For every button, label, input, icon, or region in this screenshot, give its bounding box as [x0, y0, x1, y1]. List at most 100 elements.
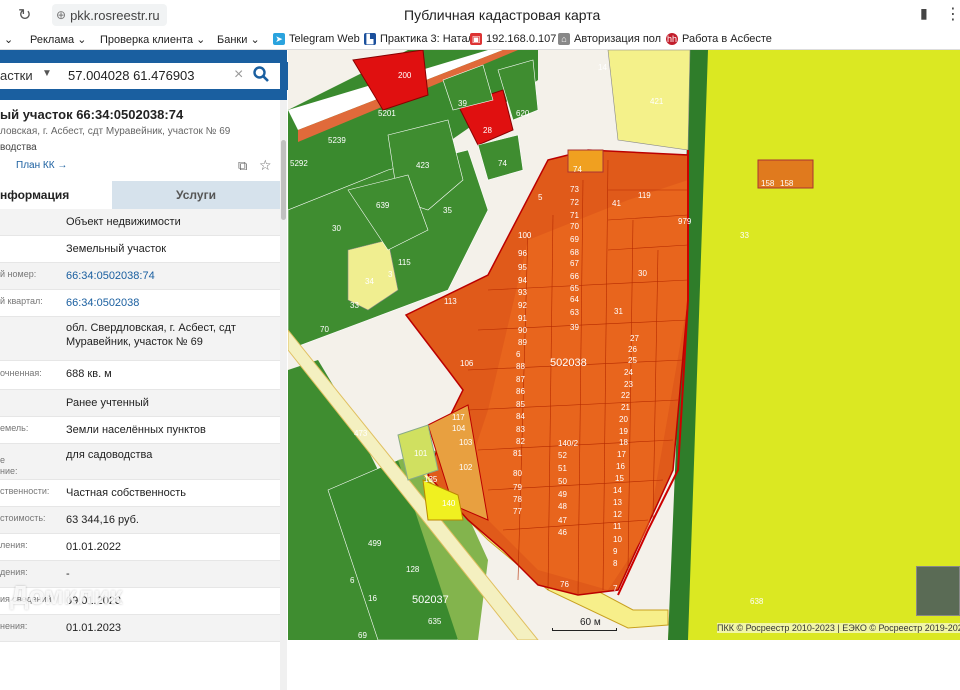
- parcel-number-label[interactable]: 26: [628, 345, 637, 354]
- parcel-number-label[interactable]: 95: [518, 263, 527, 272]
- property-link[interactable]: 66:34:0502038: [66, 296, 276, 310]
- parcel-number-label[interactable]: 21: [621, 403, 630, 412]
- parcel-number-label[interactable]: 140/2: [558, 439, 579, 448]
- parcel-number-label[interactable]: 113: [444, 297, 457, 306]
- parcel-number-label[interactable]: 10: [613, 535, 622, 544]
- parcel-number-label[interactable]: 86: [516, 387, 525, 396]
- parcel-number-label[interactable]: 473: [354, 429, 368, 438]
- parcel-number-label[interactable]: 6: [350, 576, 355, 585]
- parcel-number-label[interactable]: 115: [398, 258, 411, 267]
- parcel-number-label[interactable]: 135: [424, 475, 438, 484]
- parcel-number-label[interactable]: 74: [498, 159, 507, 168]
- parcel-number-label[interactable]: 639: [376, 201, 390, 210]
- parcel-number-label[interactable]: 11: [613, 522, 622, 531]
- close-icon[interactable]: ×: [234, 66, 243, 84]
- parcel-number-label[interactable]: 6: [516, 350, 521, 359]
- parcel-number-label[interactable]: 119: [638, 191, 651, 200]
- parcel-number-label[interactable]: 638: [750, 597, 764, 606]
- parcel-number-label[interactable]: 33: [740, 231, 749, 240]
- parcel-number-label[interactable]: 76: [560, 580, 569, 589]
- parcel-number-label[interactable]: 69: [570, 235, 579, 244]
- cadastral-map[interactable]: 502038 502037 14 421 200 39 5200 620 28 74 5201 4…: [288, 50, 960, 640]
- parcel-number-label[interactable]: 19: [619, 427, 628, 436]
- reload-icon[interactable]: ↻: [18, 5, 31, 25]
- address-bar[interactable]: ⊕ pkk.rosreestr.ru: [52, 4, 167, 26]
- parcel-number-label[interactable]: 5200: [353, 95, 371, 104]
- parcel-number-label[interactable]: 24: [624, 368, 633, 377]
- parcel-number-label[interactable]: 620: [516, 109, 530, 118]
- parcel-number-label[interactable]: 12: [613, 510, 622, 519]
- parcel-number-label[interactable]: 69: [358, 631, 367, 640]
- parcel-number-label[interactable]: 41: [612, 199, 621, 208]
- parcel-number-label[interactable]: 5: [538, 193, 543, 202]
- tab-information[interactable]: нформация: [0, 181, 112, 209]
- parcel-number-label[interactable]: 64: [570, 295, 579, 304]
- parcel-number-label[interactable]: 9: [613, 547, 618, 556]
- parcel-number-label[interactable]: 85: [516, 400, 525, 409]
- zoom-to-object-icon[interactable]: ⧉: [238, 158, 247, 174]
- parcel-number-label[interactable]: 15: [615, 474, 624, 483]
- parcel-number-label[interactable]: 78: [513, 495, 522, 504]
- bookmark-item[interactable]: hh Работа в Асбесте: [666, 33, 772, 45]
- parcel-number-label[interactable]: 20: [619, 415, 628, 424]
- parcel-number-label[interactable]: 74: [573, 165, 582, 174]
- parcel-number-label[interactable]: 70: [320, 325, 329, 334]
- parcel-number-label[interactable]: 102: [459, 463, 473, 472]
- parcel-number-label[interactable]: 73: [570, 185, 579, 194]
- site-info-icon[interactable]: ⊕: [56, 8, 66, 22]
- parcel-number-label[interactable]: 140: [442, 499, 456, 508]
- panel-scrollbar[interactable]: [280, 100, 287, 690]
- scrollbar-thumb[interactable]: [281, 140, 286, 220]
- parcel-number-label[interactable]: 499: [368, 539, 382, 548]
- star-icon[interactable]: ☆: [259, 157, 272, 174]
- parcel-number-label[interactable]: 14: [598, 63, 607, 72]
- bookmark-item[interactable]: ▣ 192.168.0.107: [470, 33, 556, 45]
- search-input[interactable]: 57.004028 61.476903: [68, 68, 195, 83]
- bookmark-item[interactable]: ▙ Практика 3: Натал: [364, 33, 474, 45]
- parcel-number-label[interactable]: 117: [452, 413, 465, 422]
- parcel-number-label[interactable]: 100: [518, 231, 532, 240]
- search-box[interactable]: астки ▼ 57.004028 61.476903 ×: [0, 63, 280, 89]
- parcel-number-label[interactable]: 979: [678, 217, 692, 226]
- parcel-number-label[interactable]: 23: [624, 380, 633, 389]
- bookmark-item[interactable]: Банки ⌄: [217, 33, 260, 47]
- tab-services[interactable]: Услуги: [112, 181, 280, 209]
- bookmark-icon[interactable]: ▮: [920, 5, 928, 22]
- parcel-number-label[interactable]: 31: [614, 307, 623, 316]
- parcel-number-label[interactable]: 14: [613, 486, 622, 495]
- parcel-number-label[interactable]: 94: [518, 276, 527, 285]
- parcel-number-label[interactable]: 34: [365, 277, 374, 286]
- parcel-number-label[interactable]: 5201: [378, 109, 396, 118]
- parcel-number-label[interactable]: 83: [516, 425, 525, 434]
- parcel-number-label[interactable]: 63: [570, 308, 579, 317]
- parcel-number-label[interactable]: 68: [570, 248, 579, 257]
- parcel-number-label[interactable]: 200: [398, 71, 412, 80]
- search-icon[interactable]: [252, 65, 270, 83]
- bookmark-item[interactable]: ➤ Telegram Web: [273, 33, 360, 45]
- parcel-number-label[interactable]: 35: [443, 206, 452, 215]
- parcel-number-label[interactable]: 77: [513, 507, 522, 516]
- parcel-number-label[interactable]: 52: [558, 451, 567, 460]
- parcel-number-label[interactable]: 48: [558, 502, 567, 511]
- parcel-number-label[interactable]: 22: [621, 391, 630, 400]
- parcel-number-label[interactable]: 25: [628, 356, 637, 365]
- parcel-number-label[interactable]: 90: [518, 326, 527, 335]
- parcel-number-label[interactable]: 421: [650, 97, 664, 106]
- parcel-number-label[interactable]: 79: [513, 483, 522, 492]
- parcel-number-label[interactable]: 93: [518, 288, 527, 297]
- browser-menu-icon[interactable]: ⋮: [945, 4, 960, 24]
- chevron-down-icon[interactable]: ▼: [42, 68, 52, 79]
- parcel-number-label[interactable]: 46: [558, 528, 567, 537]
- parcel-number-label[interactable]: 50: [558, 477, 567, 486]
- parcel-number-label[interactable]: 104: [452, 424, 466, 433]
- parcel-number-label[interactable]: 28: [483, 126, 492, 135]
- parcel-number-label[interactable]: 158: [761, 179, 775, 188]
- parcel-number-label[interactable]: 81: [513, 449, 522, 458]
- parcel-number-label[interactable]: 88: [516, 362, 525, 371]
- parcel-number-label[interactable]: 39: [458, 99, 467, 108]
- parcel-number-label[interactable]: 92: [518, 301, 527, 310]
- property-link[interactable]: 66:34:0502038:74: [66, 269, 276, 283]
- parcel-number-label[interactable]: 18: [619, 438, 628, 447]
- parcel-number-label[interactable]: 3: [388, 270, 393, 279]
- bookmark-item[interactable]: Реклама ⌄: [30, 33, 86, 47]
